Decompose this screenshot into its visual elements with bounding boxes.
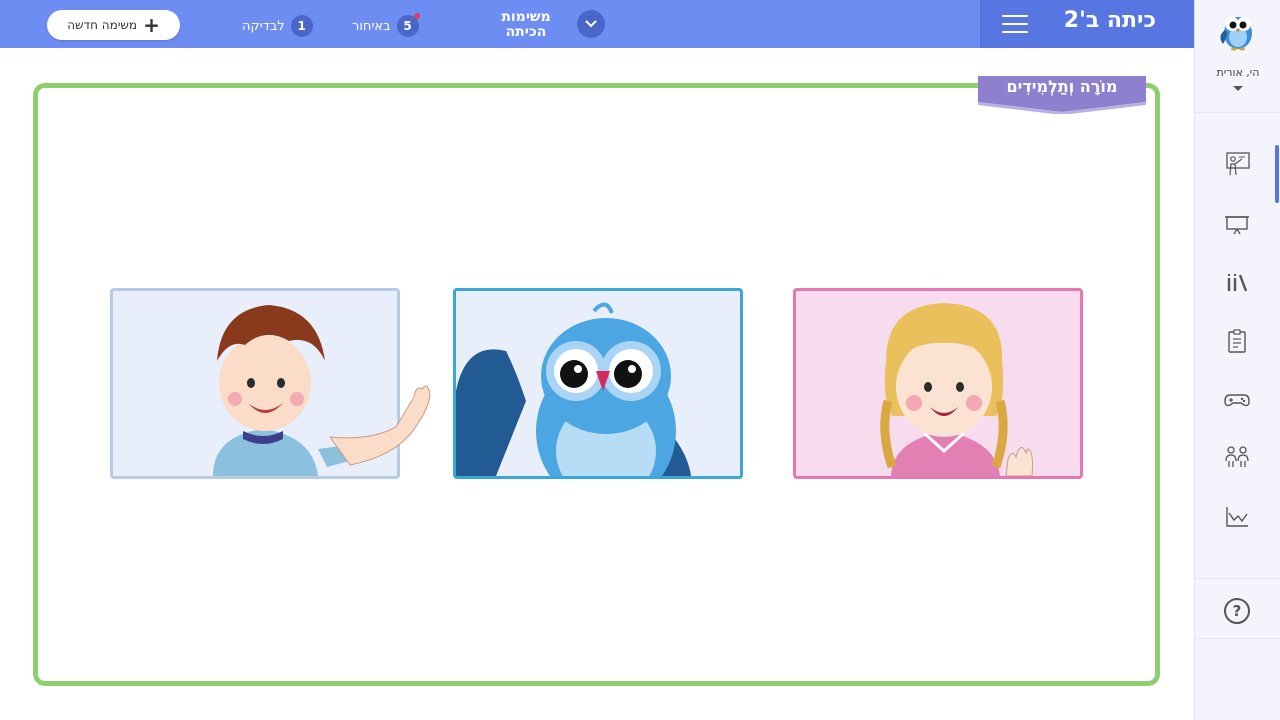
sidebar-item-tasks[interactable] (1222, 326, 1252, 356)
to-check-count: 1 (290, 15, 313, 37)
sidebar-item-library[interactable] (1222, 268, 1252, 298)
hamburger-icon[interactable] (1002, 15, 1028, 33)
owl-logo-icon[interactable] (1215, 6, 1261, 52)
girl-illustration (880, 303, 1033, 476)
chevron-down-icon (577, 10, 605, 38)
sidebar-item-reports[interactable] (1222, 502, 1252, 532)
sidebar-divider (1195, 578, 1280, 579)
girl-frame[interactable] (793, 288, 1083, 479)
new-task-button[interactable]: + משימה חדשה (47, 10, 180, 40)
caret-down-icon[interactable] (1233, 86, 1243, 91)
to-check-label: לבדיקה (242, 18, 285, 34)
presentation-icon (1225, 216, 1249, 235)
late-label: באיחור (352, 18, 391, 34)
gamepad-icon (1224, 394, 1250, 407)
to-check-indicator[interactable]: 1 לבדיקה (242, 14, 313, 38)
boy-arm-illustration (330, 385, 431, 466)
class-tasks-label: משימות הכיתה (501, 9, 551, 40)
sidebar-item-presentation[interactable] (1222, 209, 1252, 239)
sidebar-item-teacher-board[interactable] (1222, 148, 1252, 178)
top-bar: + משימה חדשה 1 לבדיקה 5 באיחור משימות הכ… (0, 0, 1194, 48)
sidebar-item-games[interactable] (1222, 385, 1252, 415)
clipboard-icon (1228, 329, 1246, 353)
teacher-board-icon (1226, 152, 1250, 176)
chart-icon (1226, 507, 1248, 527)
sidebar: הי, אורית ? (1194, 0, 1280, 720)
plus-icon: + (143, 13, 160, 37)
active-indicator (1275, 145, 1279, 203)
library-icon (1227, 273, 1248, 292)
help-icon[interactable]: ? (1224, 598, 1250, 624)
sidebar-divider (1195, 638, 1280, 639)
alert-dot (413, 13, 420, 19)
owl-illustration (456, 302, 691, 476)
sidebar-divider (1195, 112, 1280, 113)
late-count-value: 5 (403, 19, 412, 33)
class-tasks-dropdown[interactable]: משימות הכיתה (501, 8, 605, 42)
class-title: כיתה ב'2 (1063, 8, 1156, 33)
board-title: מוֹרָה וְתַלְמִידִים (1006, 77, 1118, 96)
late-indicator[interactable]: 5 באיחור (352, 13, 420, 38)
new-task-label: משימה חדשה (67, 18, 138, 32)
students-icon (1225, 446, 1249, 467)
greeting-text: הי, אורית (1216, 66, 1260, 79)
owl-frame[interactable] (453, 288, 743, 479)
late-count: 5 (396, 13, 420, 37)
class-tab: כיתה ב'2 (980, 0, 1194, 48)
sidebar-item-students[interactable] (1222, 442, 1252, 472)
